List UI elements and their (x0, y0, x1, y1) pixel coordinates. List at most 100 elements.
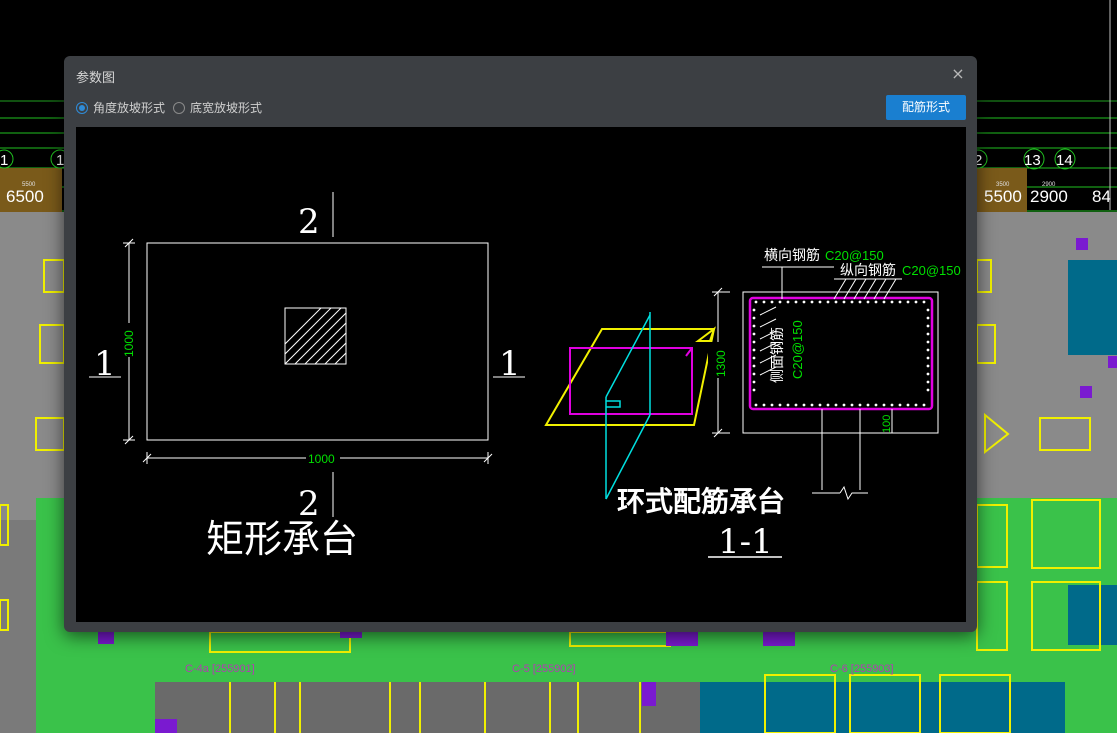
rebar-dot (874, 300, 878, 304)
label-trans-rebar-spec: C20@150 (825, 248, 884, 263)
rebar-dot (914, 300, 918, 304)
rebar-dot (752, 356, 756, 360)
label-long-rebar: 纵向钢筋 (840, 262, 896, 279)
ring-cap-section (712, 266, 939, 501)
rebar-dot (890, 300, 894, 304)
dim-bottom-label: 100 (881, 415, 893, 433)
grid-number: 14 (1056, 152, 1073, 169)
dim-label: 5500 (984, 187, 1022, 206)
rebar-dot (794, 300, 798, 304)
rebar-dot (834, 403, 838, 407)
rebar-dot (914, 403, 918, 407)
rebar-dot (752, 380, 756, 384)
rebar-dot (786, 300, 790, 304)
rebar-dot (754, 300, 758, 304)
ring-cap-title: 环式配筋承台 (617, 485, 785, 518)
rebar-dot (778, 403, 782, 407)
dim-height-label: 1300 (714, 350, 728, 377)
grid-number: 1 (0, 152, 8, 169)
rebar-dot (752, 388, 756, 392)
rebar-dot (752, 372, 756, 376)
rebar-dot (752, 364, 756, 368)
element-label: C-6 [255903] (830, 663, 894, 675)
rebar-dot (802, 403, 806, 407)
rebar-dot (754, 403, 758, 407)
rebar-dot (826, 300, 830, 304)
section-mark-left: 1 (94, 344, 116, 384)
rebar-dot (874, 403, 878, 407)
rebar-dot (858, 300, 862, 304)
rebar-dot (850, 300, 854, 304)
label-trans-rebar: 横向钢筋 (764, 247, 820, 264)
section-mark-right: 1 (499, 344, 521, 384)
rebar-dot (794, 403, 798, 407)
rebar-dot (866, 403, 870, 407)
rebar-dot (752, 308, 756, 312)
rebar-dot (858, 403, 862, 407)
rebar-dot (926, 308, 930, 312)
rebar-dot (898, 403, 902, 407)
rebar-dot (926, 332, 930, 336)
rebar-dot (810, 300, 814, 304)
dim-label: 84 (1092, 187, 1111, 206)
grid-number: 13 (1024, 152, 1041, 169)
rebar-dot (882, 403, 886, 407)
close-icon[interactable]: × (949, 65, 967, 83)
section-title: 1-1 (718, 522, 773, 562)
rebar-dot (898, 300, 902, 304)
label-side-rebar: 侧面钢筋 (769, 327, 786, 383)
rebar-dot (818, 403, 822, 407)
rebar-dot (762, 403, 766, 407)
rebar-dot (926, 316, 930, 320)
rebar-dot (834, 300, 838, 304)
dim-horizontal-label: 1000 (308, 452, 335, 466)
parameter-drawing-canvas: 2 2 1 1 1000 1000 矩形承台 横向钢筋 C20@150 纵向钢筋… (76, 127, 966, 622)
rebar-dot (770, 403, 774, 407)
label-side-rebar-spec: C20@150 (790, 320, 805, 379)
parameter-drawing: 2 2 1 1 1000 1000 矩形承台 横向钢筋 C20@150 纵向钢筋… (89, 192, 961, 562)
element-label: C-5 [255902] (512, 663, 576, 675)
dim-vertical-label: 1000 (122, 330, 136, 357)
rebar-dot (926, 388, 930, 392)
section-mark-top: 2 (298, 202, 320, 242)
rebar-dot (818, 300, 822, 304)
label-long-rebar-spec: C20@150 (902, 263, 961, 278)
rebar-dot (882, 300, 886, 304)
rebar-dot (842, 403, 846, 407)
rebar-dot (752, 348, 756, 352)
rebar-dot (926, 356, 930, 360)
rebar-dot (842, 300, 846, 304)
radio-angle-slope[interactable]: 角度放坡形式 (76, 99, 165, 116)
dim-label: 6500 (6, 187, 44, 206)
rebar-dot (922, 300, 926, 304)
rebar-dot (890, 403, 894, 407)
radio-width-slope[interactable]: 底宽放坡形式 (173, 99, 262, 116)
rebar-dot (778, 300, 782, 304)
rebar-dot (752, 340, 756, 344)
rebar-dot (906, 300, 910, 304)
cap-3d-sketch (544, 312, 716, 500)
rebar-dot (810, 403, 814, 407)
rebar-dot (926, 324, 930, 328)
rebar-dot (926, 348, 930, 352)
rebar-dot (752, 324, 756, 328)
rebar-dot (826, 403, 830, 407)
rebar-dot (906, 403, 910, 407)
rebar-dot (752, 316, 756, 320)
rebar-dot (786, 403, 790, 407)
rebar-dot (926, 380, 930, 384)
radio-angle-slope-label: 角度放坡形式 (93, 101, 166, 115)
reinforcement-form-button[interactable]: 配筋形式 (886, 95, 966, 120)
rebar-dot (850, 403, 854, 407)
dim-label: 2900 (1030, 187, 1068, 206)
radio-checked-icon (76, 101, 88, 114)
rebar-dot (752, 332, 756, 336)
radio-width-slope-label: 底宽放坡形式 (190, 101, 263, 115)
rebar-dot (770, 300, 774, 304)
rebar-dot (926, 372, 930, 376)
rebar-dot (802, 300, 806, 304)
rebar-dot (926, 340, 930, 344)
radio-unchecked-icon (173, 101, 185, 114)
rebar-dot (866, 300, 870, 304)
rebar-dot (922, 403, 926, 407)
